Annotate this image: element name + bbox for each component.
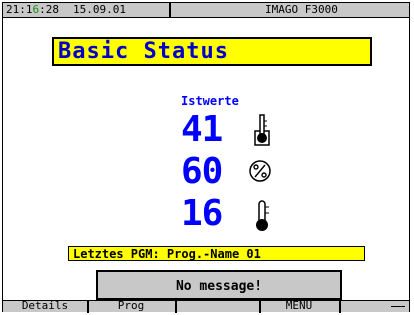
thermometer-box-icon: [254, 114, 270, 146]
page-title-box: Basic Status: [52, 37, 372, 66]
divider: [169, 3, 171, 17]
reading-value-humidity: 60: [181, 151, 223, 192]
date: 15.09.01: [73, 3, 126, 16]
status-bar: 21:16:28 15.09.01 IMAGO F3000: [3, 3, 409, 18]
dash-indicator: [391, 306, 405, 307]
fkey-empty-1[interactable]: [177, 300, 257, 312]
clock: 21:16:28: [6, 3, 59, 16]
reading-value-temperature: 41: [181, 109, 223, 150]
device-screen: 21:16:28 15.09.01 IMAGO F3000 Basic Stat…: [2, 2, 410, 313]
istwerte-label: Istwerte: [181, 94, 239, 108]
function-key-bar: Details Prog MENU: [3, 300, 409, 313]
last-program-label: Letztes PGM: Prog.-Name 01: [73, 247, 261, 261]
last-program-box: Letztes PGM: Prog.-Name 01: [68, 246, 365, 261]
thermometer-icon: [256, 200, 269, 231]
device-name: IMAGO F3000: [265, 3, 338, 16]
fkey-menu[interactable]: MENU: [261, 300, 337, 312]
fkey-prog[interactable]: Prog: [89, 300, 173, 312]
page-title: Basic Status: [58, 39, 229, 64]
fkey-details[interactable]: Details: [3, 300, 87, 312]
reading-value-temperature-2: 16: [181, 193, 223, 234]
message-box: No message!: [96, 270, 342, 300]
humidity-percent-icon: [249, 160, 271, 182]
message-text: No message!: [175, 279, 263, 294]
